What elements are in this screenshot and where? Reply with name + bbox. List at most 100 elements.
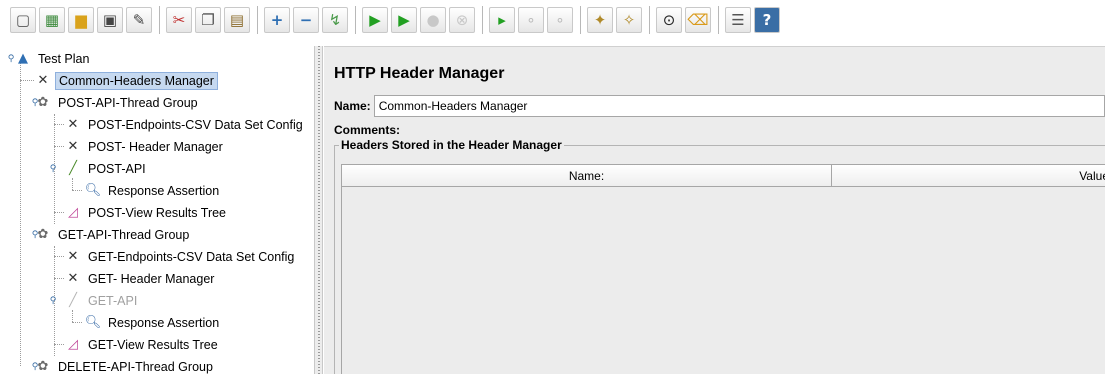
tree-node-get-header-manager[interactable]: ✕ GET- Header Manager bbox=[64, 268, 217, 289]
tree-connector bbox=[72, 190, 82, 191]
http-header-manager-panel: HTTP Header Manager Name: Common-Headers… bbox=[324, 46, 1105, 374]
tree-connector bbox=[54, 278, 64, 279]
collapse-icon[interactable]: − bbox=[293, 7, 319, 33]
config-wrench-icon: ✕ bbox=[37, 73, 49, 88]
tree-connector bbox=[54, 212, 64, 213]
toolbar-separator bbox=[482, 6, 483, 34]
open-icon[interactable]: ▆ bbox=[68, 7, 94, 33]
test-plan-tree[interactable]: ⚲ ⚲ ⚲ ⚲ ⚲ ⚲ ▲ Test Plan ✕ Common-Headers… bbox=[0, 46, 314, 374]
remote-start-icon[interactable]: ▸ bbox=[489, 7, 515, 33]
stop-icon[interactable]: ● bbox=[420, 7, 446, 33]
tree-node-label: DELETE-API-Thread Group bbox=[58, 359, 213, 374]
column-header-value[interactable]: Value bbox=[832, 165, 1105, 186]
tree-node-post-response-assertion[interactable]: 🔍︎ Response Assertion bbox=[84, 180, 222, 201]
tree-node-label: POST-API bbox=[88, 161, 146, 176]
tree-node-post-view-results-tree[interactable]: ◿ POST-View Results Tree bbox=[64, 202, 229, 223]
tree-node-label: GET-Endpoints-CSV Data Set Config bbox=[88, 249, 295, 264]
tree-connector bbox=[54, 146, 64, 147]
table-header: Name: Value bbox=[342, 165, 1105, 187]
tree-node-label: GET-API-Thread Group bbox=[58, 227, 190, 242]
name-label: Name: bbox=[334, 99, 371, 113]
tree-node-post-api[interactable]: ╱ POST-API bbox=[64, 158, 149, 179]
comments-label: Comments: bbox=[334, 123, 401, 137]
cut-icon[interactable]: ✂ bbox=[166, 7, 192, 33]
tree-node-get-thread-group[interactable]: ✿ GET-API-Thread Group bbox=[34, 224, 192, 245]
copy-icon[interactable]: ❐ bbox=[195, 7, 221, 33]
test-plan-icon: ▲ bbox=[18, 51, 28, 66]
save-as-icon[interactable]: ✎ bbox=[126, 7, 152, 33]
tree-connector bbox=[54, 256, 64, 257]
tree-node-label: GET- Header Manager bbox=[88, 271, 215, 286]
assertion-magnifier-icon: 🔍︎ bbox=[84, 315, 102, 330]
config-wrench-icon: ✕ bbox=[67, 139, 79, 154]
tree-node-delete-thread-group[interactable]: ✿ DELETE-API-Thread Group bbox=[34, 356, 216, 374]
search-icon[interactable]: ⊙ bbox=[656, 7, 682, 33]
listener-graph-icon: ◿ bbox=[68, 337, 78, 352]
tree-node-get-response-assertion[interactable]: 🔍︎ Response Assertion bbox=[84, 312, 222, 333]
name-field[interactable]: Common-Headers Manager bbox=[373, 95, 1105, 117]
tree-connector bbox=[72, 322, 82, 323]
tree-connector bbox=[54, 344, 64, 345]
save-icon[interactable]: ▣ bbox=[97, 7, 123, 33]
toolbar-separator bbox=[355, 6, 356, 34]
tree-node-get-csv-config[interactable]: ✕ GET-Endpoints-CSV Data Set Config bbox=[64, 246, 297, 267]
config-wrench-icon: ✕ bbox=[67, 249, 79, 264]
tree-node-post-csv-config[interactable]: ✕ POST-Endpoints-CSV Data Set Config bbox=[64, 114, 306, 135]
toolbar: ▢ ▦ ▆ ▣ ✎ ✂ ❐ ▤ + − ↯ ▶ ▶ ● ⊗ ▸ ∘ ∘ ✦ ✧ … bbox=[0, 0, 1105, 40]
toolbar-separator bbox=[257, 6, 258, 34]
tree-connector bbox=[54, 124, 64, 125]
thread-group-icon: ✿ bbox=[37, 359, 49, 374]
paste-icon[interactable]: ▤ bbox=[224, 7, 250, 33]
tree-node-label: GET-View Results Tree bbox=[88, 337, 218, 352]
tree-node-label: POST-API-Thread Group bbox=[58, 95, 198, 110]
page-title: HTTP Header Manager bbox=[334, 65, 505, 82]
tree-node-label: Response Assertion bbox=[108, 183, 220, 198]
thread-group-icon: ✿ bbox=[37, 227, 49, 242]
tree-node-label: POST-View Results Tree bbox=[88, 205, 227, 220]
toolbar-separator bbox=[649, 6, 650, 34]
tree-connector bbox=[72, 310, 73, 322]
tree-node-label: POST- Header Manager bbox=[88, 139, 223, 154]
remote-shutdown-icon[interactable]: ∘ bbox=[547, 7, 573, 33]
tree-connector bbox=[20, 60, 21, 366]
tree-node-post-header-manager[interactable]: ✕ POST- Header Manager bbox=[64, 136, 226, 157]
toolbar-separator bbox=[159, 6, 160, 34]
column-header-name[interactable]: Name: bbox=[342, 165, 832, 186]
panel-splitter[interactable] bbox=[314, 46, 323, 374]
templates-icon[interactable]: ▦ bbox=[39, 7, 65, 33]
thread-group-icon: ✿ bbox=[37, 95, 49, 110]
help-icon[interactable]: ? bbox=[754, 7, 780, 33]
clear-all-icon[interactable]: ✧ bbox=[616, 7, 642, 33]
headers-group-label: Headers Stored in the Header Manager bbox=[339, 138, 564, 152]
tree-node-get-api[interactable]: ╱ GET-API bbox=[64, 290, 140, 311]
tree-node-post-thread-group[interactable]: ✿ POST-API-Thread Group bbox=[34, 92, 201, 113]
tree-expand-handle[interactable]: ⚲ bbox=[48, 296, 58, 306]
clear-icon[interactable]: ✦ bbox=[587, 7, 613, 33]
toolbar-separator bbox=[718, 6, 719, 34]
tree-expand-handle[interactable]: ⚲ bbox=[48, 164, 58, 174]
tree-connector bbox=[72, 178, 73, 190]
tree-node-test-plan[interactable]: ▲ Test Plan bbox=[14, 48, 92, 69]
tree-node-label: Test Plan bbox=[38, 51, 90, 66]
tree-node-common-headers-manager[interactable]: ✕ Common-Headers Manager bbox=[34, 70, 218, 91]
tree-node-get-view-results-tree[interactable]: ◿ GET-View Results Tree bbox=[64, 334, 221, 355]
tree-node-label: Common-Headers Manager bbox=[55, 71, 218, 90]
headers-table[interactable]: Name: Value bbox=[341, 164, 1105, 374]
remote-stop-icon[interactable]: ∘ bbox=[518, 7, 544, 33]
start-no-pauses-icon[interactable]: ▶ bbox=[391, 7, 417, 33]
start-icon[interactable]: ▶ bbox=[362, 7, 388, 33]
toolbar-separator bbox=[580, 6, 581, 34]
tree-node-label: Response Assertion bbox=[108, 315, 220, 330]
tree-connector bbox=[20, 80, 34, 81]
listener-graph-icon: ◿ bbox=[68, 205, 78, 220]
sampler-pipette-icon: ╱ bbox=[69, 293, 77, 308]
new-icon[interactable]: ▢ bbox=[10, 7, 36, 33]
tree-node-label: GET-API bbox=[88, 293, 138, 308]
config-wrench-icon: ✕ bbox=[67, 271, 79, 286]
expand-icon[interactable]: + bbox=[264, 7, 290, 33]
toggle-icon[interactable]: ↯ bbox=[322, 7, 348, 33]
shutdown-icon[interactable]: ⊗ bbox=[449, 7, 475, 33]
assertion-magnifier-icon: 🔍︎ bbox=[84, 183, 102, 198]
reset-search-icon[interactable]: ⌫ bbox=[685, 7, 711, 33]
function-helper-icon[interactable]: ☰ bbox=[725, 7, 751, 33]
